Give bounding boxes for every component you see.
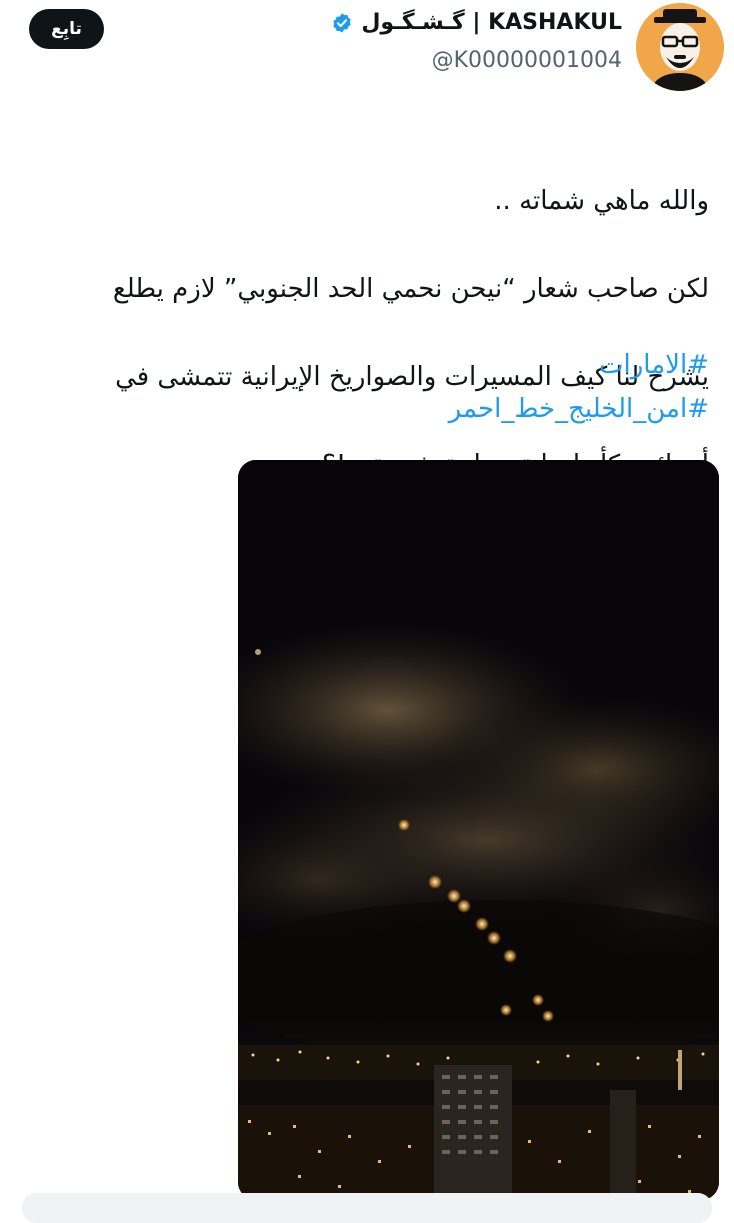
hashtag-link[interactable]: #امن_الخليج_خط_احمر (449, 387, 709, 431)
reply-pill[interactable] (22, 1193, 712, 1223)
hashtags: #الامارات #امن_الخليج_خط_احمر (449, 343, 709, 431)
avatar[interactable] (636, 3, 724, 91)
tweet-header: تابِع گـشـگـول | KASHAKUL @K00000001004 (0, 0, 734, 100)
author-name-row[interactable]: گـشـگـول | KASHAKUL (331, 10, 622, 35)
verified-badge-icon (333, 12, 352, 33)
follow-button[interactable]: تابِع (29, 9, 104, 49)
hashtag-link[interactable]: #الامارات (449, 343, 709, 387)
tweet-media-video[interactable] (238, 460, 719, 1200)
user-handle[interactable]: @K00000001004 (432, 48, 622, 73)
night-sky-image (238, 460, 719, 1200)
avatar-image (636, 3, 724, 91)
bottom-reply-bar (0, 1190, 734, 1223)
display-name: گـشـگـول | KASHAKUL (361, 10, 622, 35)
tweet-text-line: والله ماهي شماته .. (494, 186, 709, 216)
tweet-text-line: لكن صاحب شعار “نيحن نحمي الحد الجنوبي” ل… (112, 274, 709, 304)
